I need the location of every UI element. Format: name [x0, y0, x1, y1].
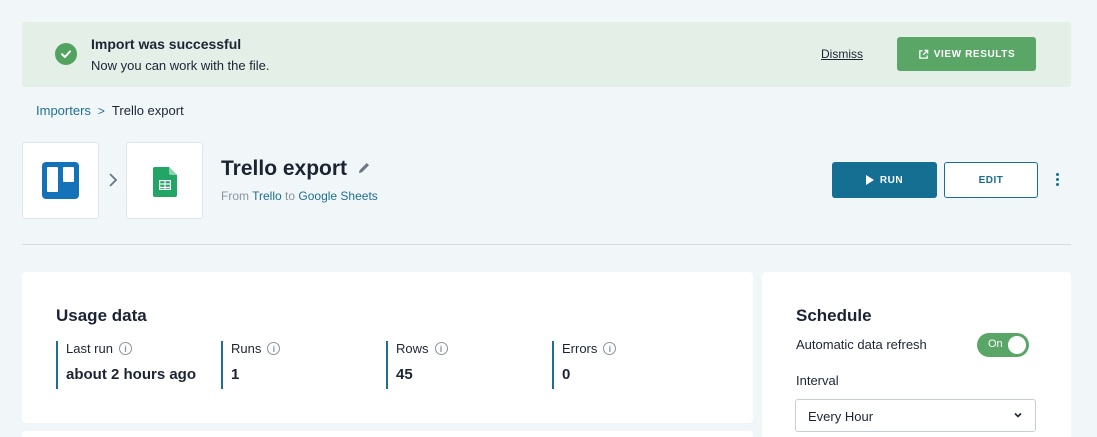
dismiss-link[interactable]: Dismiss: [821, 47, 863, 61]
banner-subtitle: Now you can work with the file.: [91, 58, 270, 73]
info-icon[interactable]: i: [267, 342, 281, 355]
interval-value: Every Hour: [808, 409, 874, 424]
auto-refresh-label: Automatic data refresh: [796, 337, 927, 352]
play-icon: [865, 175, 874, 185]
section-divider: [22, 244, 1071, 245]
schedule-card: Schedule Automatic data refresh On Inter…: [762, 272, 1071, 437]
check-circle-icon: [55, 43, 77, 65]
secondary-card: [22, 431, 753, 437]
stat-label: Last run: [66, 341, 113, 356]
banner-title: Import was successful: [91, 36, 242, 52]
toggle-state: On: [988, 338, 1003, 350]
schedule-heading: Schedule: [796, 306, 872, 325]
more-options-icon[interactable]: [1052, 172, 1062, 188]
stat-rows: Rows i 45: [386, 341, 448, 389]
stat-label: Rows: [396, 341, 429, 356]
edit-button[interactable]: EDIT: [944, 162, 1038, 198]
to-word: to: [285, 189, 296, 203]
stat-errors: Errors i 0: [552, 341, 617, 389]
usage-data-card: Usage data Last run i about 2 hours ago R…: [22, 272, 753, 423]
chevron-down-icon: [1014, 412, 1022, 418]
info-icon[interactable]: i: [118, 342, 132, 355]
stat-value: 1: [231, 366, 240, 383]
run-label: RUN: [879, 174, 904, 186]
trello-logo-icon: [42, 162, 79, 199]
destination-link[interactable]: Google Sheets: [298, 189, 377, 203]
auto-refresh-toggle[interactable]: On: [977, 333, 1029, 357]
breadcrumb-importers-link[interactable]: Importers: [36, 103, 91, 118]
destination-app-box: [126, 142, 203, 219]
interval-select[interactable]: Every Hour: [795, 399, 1036, 432]
success-banner: Import was successful Now you can work w…: [22, 22, 1071, 87]
source-link[interactable]: Trello: [252, 189, 282, 203]
stat-label: Errors: [562, 341, 598, 356]
info-icon[interactable]: i: [434, 342, 448, 355]
chevron-right-icon: [109, 173, 118, 187]
view-results-button[interactable]: VIEW RESULTS: [897, 37, 1036, 71]
stat-runs: Runs i 1: [221, 341, 281, 389]
breadcrumb-current: Trello export: [111, 103, 184, 118]
breadcrumb-separator: >: [97, 103, 105, 118]
edit-title-pencil-icon[interactable]: [357, 161, 371, 175]
breadcrumb: Importers > Trello export: [36, 103, 184, 118]
stat-label: Runs: [231, 341, 262, 356]
external-link-icon: [918, 49, 929, 59]
stat-last-run: Last run i about 2 hours ago: [56, 341, 196, 389]
run-button[interactable]: RUN: [832, 162, 937, 198]
interval-label: Interval: [796, 373, 839, 388]
source-app-box: [22, 142, 99, 219]
stat-value: 45: [396, 366, 413, 383]
google-sheets-icon: [153, 167, 177, 197]
source-destination-line: From Trello to Google Sheets: [221, 189, 378, 203]
stat-value: 0: [562, 366, 571, 383]
usage-heading: Usage data: [56, 306, 147, 325]
toggle-knob: [1008, 336, 1026, 354]
info-icon[interactable]: i: [603, 342, 617, 355]
page-title: Trello export: [221, 157, 348, 180]
stat-value: about 2 hours ago: [66, 366, 197, 383]
view-results-label: VIEW RESULTS: [933, 48, 1016, 60]
from-prefix: From: [221, 189, 249, 203]
